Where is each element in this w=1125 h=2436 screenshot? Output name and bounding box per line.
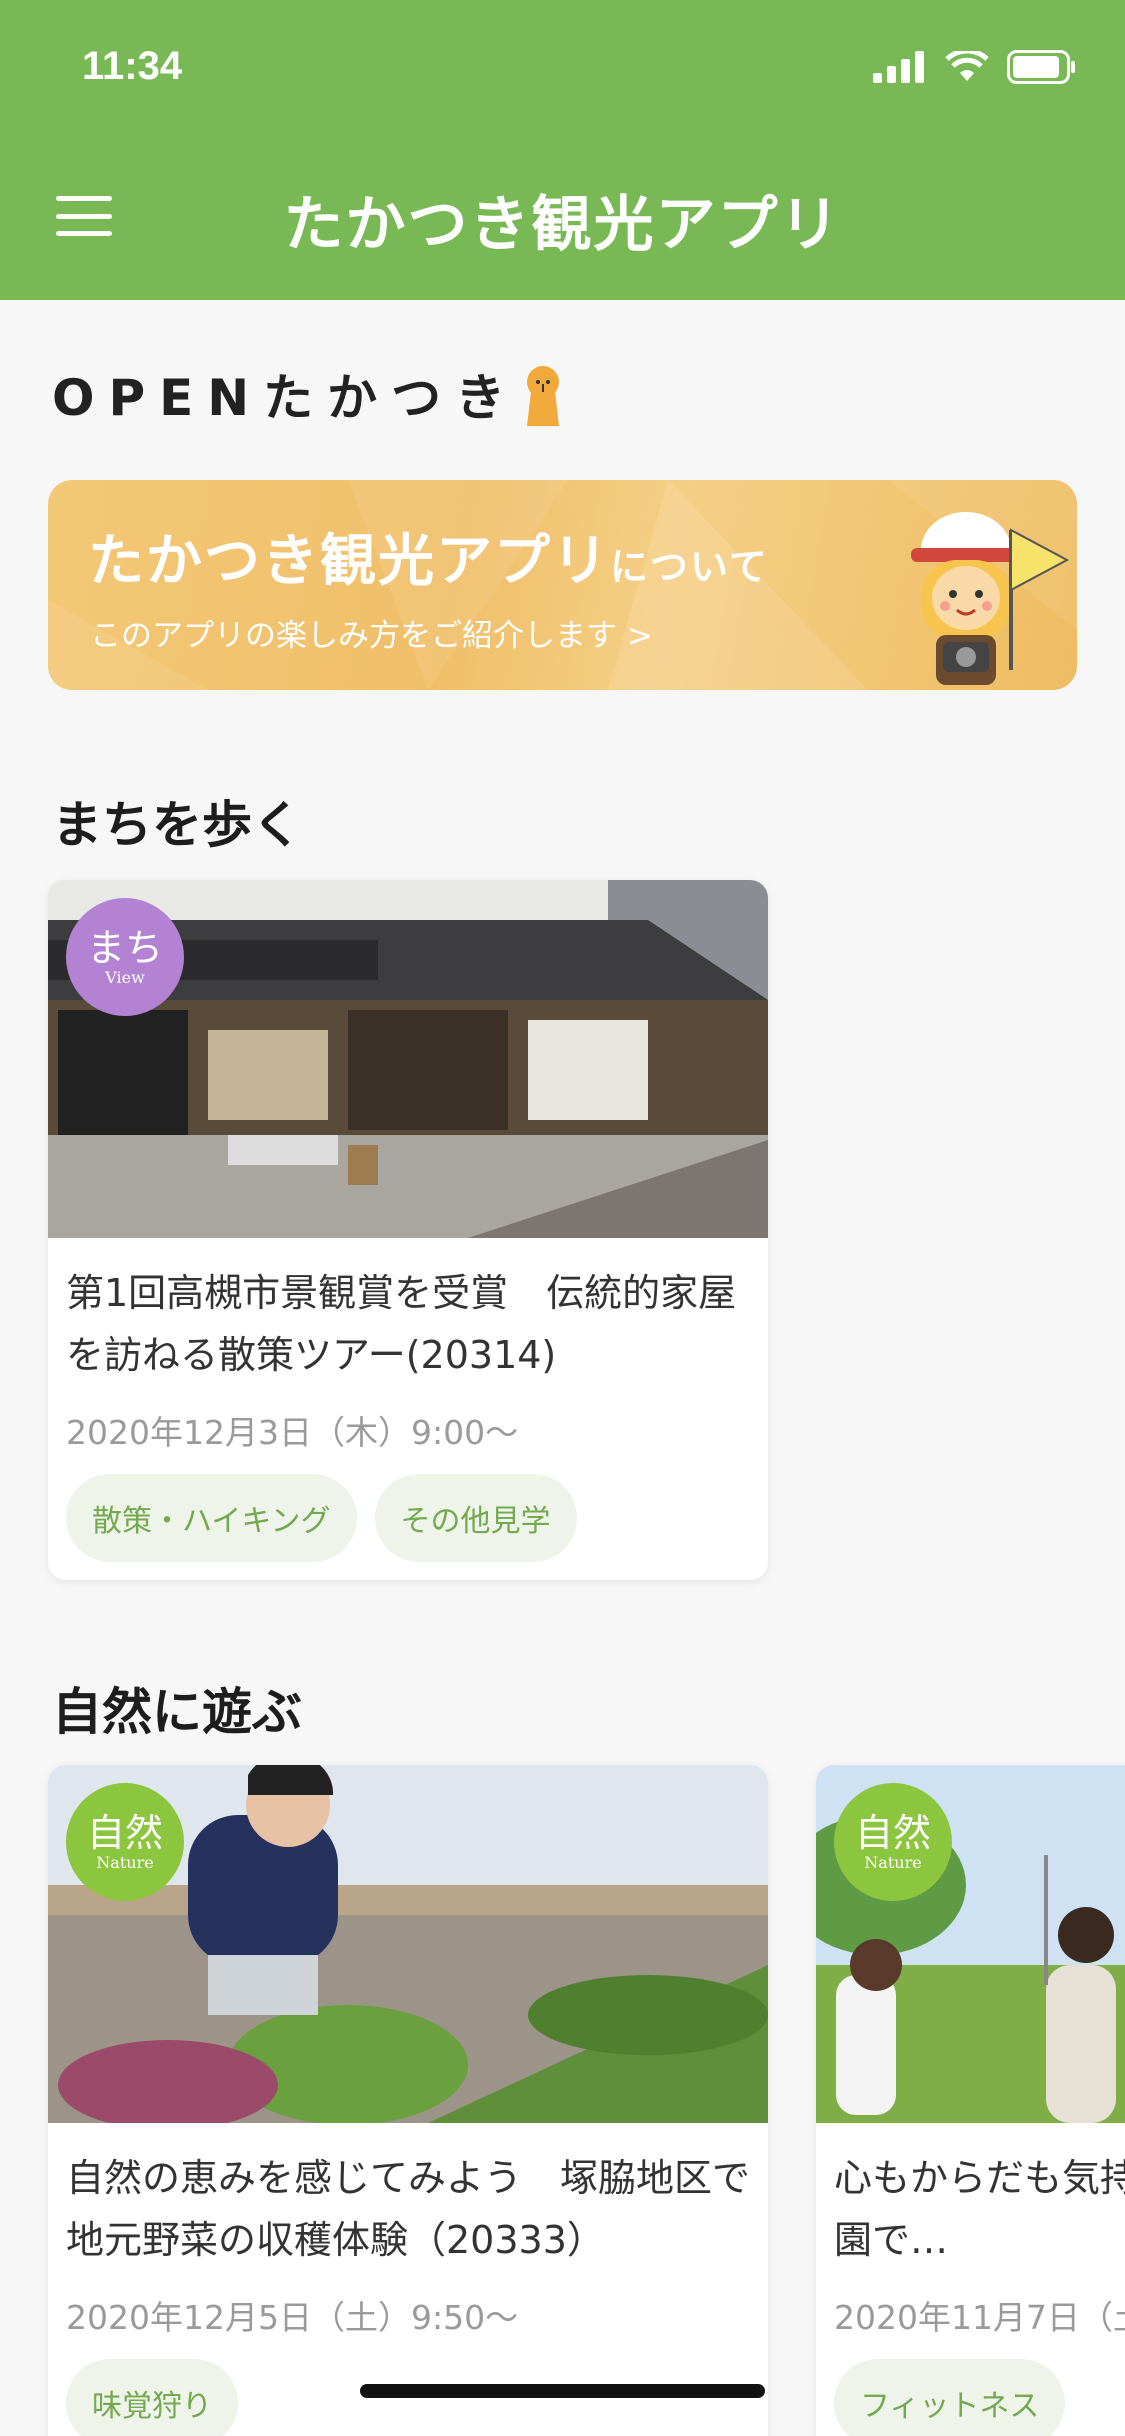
event-photo: 自然 Nature <box>48 1765 768 2123</box>
battery-icon <box>1007 50 1075 84</box>
event-title: 自然の恵みを感じてみよう 塚脇地区で地元野菜の収穫体験（20333） <box>66 2156 751 2262</box>
badge-sublabel: View <box>105 967 145 987</box>
home-indicator[interactable] <box>360 2384 765 2398</box>
mascot-illustration <box>911 512 1070 685</box>
badge-label: 自然 <box>854 1810 931 1855</box>
badge-label: まち <box>86 925 163 970</box>
tag-list: 散策・ハイキング その他見学 <box>66 1474 750 1562</box>
event-date: 2020年11月7日（土） <box>834 2298 1125 2337</box>
event-title: 心もからだも気持ちいい！今城塚古墳公園で… <box>834 2156 1125 2262</box>
event-title: 第1回高槻市景観賞を受賞 伝統的家屋を訪ねる散策ツアー(20314) <box>66 1271 737 1377</box>
status-time: 11:34 <box>82 44 183 88</box>
event-card[interactable]: 自然 Nature 自然の恵みを感じてみよう 塚脇地区で地元野菜の収穫体験（20… <box>48 1765 768 2436</box>
category-badge: 自然 Nature <box>66 1783 184 1901</box>
wifi-icon <box>945 51 989 81</box>
event-card[interactable]: まち View 第1回高槻市景観賞を受賞 伝統的家屋を訪ねる散策ツアー(2031… <box>48 880 768 1580</box>
status-icons <box>873 50 1077 84</box>
tag[interactable]: 味覚狩り <box>66 2359 238 2436</box>
badge-sublabel: Nature <box>864 1852 922 1872</box>
signal-icon <box>873 51 924 83</box>
banner-title: たかつき観光アプリについて <box>88 516 769 597</box>
content-sheet: OPENたかつき たかつき観光アプリについて このアプリの楽しみ方をご紹介します… <box>0 300 1125 2436</box>
brand-logo: OPENたかつき <box>52 358 567 430</box>
event-date: 2020年12月5日（土）9:50〜 <box>66 2298 519 2337</box>
section-title-town: まちを歩く <box>52 796 302 854</box>
category-badge: まち View <box>66 898 184 1016</box>
section-title-nature: 自然に遊ぶ <box>52 1683 302 1741</box>
tag-list: フィットネス <box>834 2359 1125 2436</box>
event-card[interactable]: 自然 Nature 心もからだも気持ちいい！今城塚古墳公園で… 2020年11月… <box>816 1765 1125 2436</box>
app-title: たかつき観光アプリ <box>283 190 842 260</box>
event-photo: まち View <box>48 880 768 1238</box>
banner-subtitle: このアプリの楽しみ方をご紹介します > <box>90 618 653 654</box>
about-banner[interactable]: たかつき観光アプリについて このアプリの楽しみ方をご紹介します > <box>48 480 1077 690</box>
banner-title-suffix: について <box>610 545 769 589</box>
event-photo: 自然 Nature <box>816 1765 1125 2123</box>
banner-title-main: たかつき観光アプリ <box>88 529 610 594</box>
brand-text: OPENたかつき <box>52 369 520 427</box>
app-header: 11:34 たかつき観光アプリ <box>0 0 1125 300</box>
badge-label: 自然 <box>86 1810 163 1855</box>
tag[interactable]: フィットネス <box>834 2359 1066 2436</box>
event-date: 2020年12月3日（木）9:00〜 <box>66 1413 519 1452</box>
tag[interactable]: 散策・ハイキング <box>66 1474 357 1562</box>
category-badge: 自然 Nature <box>834 1783 952 1901</box>
badge-sublabel: Nature <box>96 1852 154 1872</box>
tag[interactable]: その他見学 <box>374 1474 577 1562</box>
mascot-head-icon <box>527 366 560 426</box>
